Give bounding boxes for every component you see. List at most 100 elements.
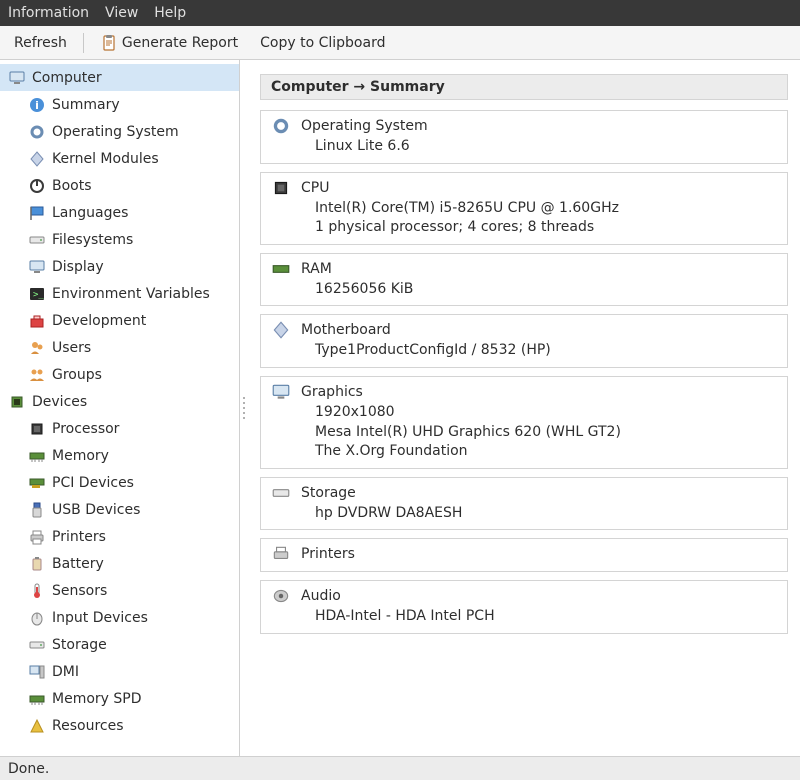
- tree-storage-label: Storage: [52, 637, 107, 653]
- graphics-line2: Mesa Intel(R) UHD Graphics 620 (WHL GT2): [315, 423, 779, 443]
- tree-resources-label: Resources: [52, 718, 124, 734]
- monitor-icon: [271, 382, 291, 402]
- group-ram: RAM 16256056 KiB: [260, 253, 788, 307]
- tree-env-label: Environment Variables: [52, 286, 210, 302]
- group-storage: Storage hp DVDRW DA8AESH: [260, 477, 788, 531]
- tree-os-label: Operating System: [52, 124, 179, 140]
- storage-value: hp DVDRW DA8AESH: [315, 504, 779, 524]
- cpu-icon: [271, 178, 291, 198]
- generate-report-label: Generate Report: [122, 35, 238, 51]
- group-audio-title: Audio: [297, 588, 345, 604]
- tree-input-label: Input Devices: [52, 610, 148, 626]
- tree-battery[interactable]: Battery: [0, 550, 239, 577]
- group-graphics: Graphics 1920x1080 Mesa Intel(R) UHD Gra…: [260, 376, 788, 469]
- group-os: Operating System Linux Lite 6.6: [260, 110, 788, 164]
- statusbar: Done.: [0, 756, 800, 780]
- group-printers: Printers: [260, 538, 788, 572]
- svg-text:i: i: [35, 99, 39, 112]
- diamond-icon: [271, 320, 291, 340]
- gear-icon: [28, 123, 46, 141]
- clipboard-icon: [100, 34, 118, 52]
- tree-printers[interactable]: Printers: [0, 523, 239, 550]
- tree-usb[interactable]: USB Devices: [0, 496, 239, 523]
- mobo-value: Type1ProductConfigId / 8532 (HP): [315, 341, 779, 361]
- tree-printers-label: Printers: [52, 529, 106, 545]
- menu-view[interactable]: View: [105, 5, 138, 21]
- group-ram-title: RAM: [297, 261, 336, 277]
- tree-groups[interactable]: Groups: [0, 361, 239, 388]
- flag-icon: [28, 204, 46, 222]
- group-printers-title: Printers: [297, 546, 359, 562]
- tree-os[interactable]: Operating System: [0, 118, 239, 145]
- users-icon: [28, 339, 46, 357]
- tree-languages-label: Languages: [52, 205, 128, 221]
- group-cpu: CPU Intel(R) Core(TM) i5-8265U CPU @ 1.6…: [260, 172, 788, 245]
- monitor-icon: [28, 258, 46, 276]
- content-pane: Computer → Summary Operating System Linu…: [248, 60, 800, 756]
- battery-icon: [28, 555, 46, 573]
- menu-information[interactable]: Information: [8, 5, 89, 21]
- content-header: Computer → Summary: [260, 74, 788, 100]
- tree-boots[interactable]: Boots: [0, 172, 239, 199]
- tree-groups-label: Groups: [52, 367, 102, 383]
- cpu-line1: Intel(R) Core(TM) i5-8265U CPU @ 1.60GHz: [315, 199, 779, 219]
- cpu-icon: [28, 420, 46, 438]
- tree-usb-label: USB Devices: [52, 502, 140, 518]
- generate-report-button[interactable]: Generate Report: [94, 31, 244, 55]
- tree-computer[interactable]: Computer: [0, 64, 239, 91]
- resources-icon: [28, 717, 46, 735]
- group-icon: [28, 366, 46, 384]
- menubar: Information View Help: [0, 0, 800, 26]
- tree-summary-label: Summary: [52, 97, 120, 113]
- speaker-icon: [271, 586, 291, 606]
- tree-display-label: Display: [52, 259, 104, 275]
- pci-icon: [28, 474, 46, 492]
- chip-icon: [8, 393, 26, 411]
- group-os-title: Operating System: [297, 118, 432, 134]
- tree-processor[interactable]: Processor: [0, 415, 239, 442]
- tree-kernel[interactable]: Kernel Modules: [0, 145, 239, 172]
- drive-icon: [28, 636, 46, 654]
- tree-sensors[interactable]: Sensors: [0, 577, 239, 604]
- desktop-icon: [28, 663, 46, 681]
- refresh-button[interactable]: Refresh: [8, 32, 73, 54]
- status-text: Done.: [8, 761, 49, 777]
- tree-battery-label: Battery: [52, 556, 104, 572]
- tree-summary[interactable]: i Summary: [0, 91, 239, 118]
- tree-spd-label: Memory SPD: [52, 691, 142, 707]
- tree-storage[interactable]: Storage: [0, 631, 239, 658]
- printer-icon: [28, 528, 46, 546]
- tree-display[interactable]: Display: [0, 253, 239, 280]
- monitor-icon: [8, 69, 26, 87]
- tree-languages[interactable]: Languages: [0, 199, 239, 226]
- ram-value: 16256056 KiB: [315, 280, 779, 300]
- tree-dmi[interactable]: DMI: [0, 658, 239, 685]
- tree-users[interactable]: Users: [0, 334, 239, 361]
- copy-clipboard-button[interactable]: Copy to Clipboard: [254, 32, 391, 54]
- sidebar[interactable]: Computer i Summary Operating System Kern…: [0, 60, 240, 756]
- ram-icon: [28, 690, 46, 708]
- graphics-line3: The X.Org Foundation: [315, 442, 779, 462]
- group-mobo: Motherboard Type1ProductConfigId / 8532 …: [260, 314, 788, 368]
- cpu-line2: 1 physical processor; 4 cores; 8 threads: [315, 218, 779, 238]
- toolbox-icon: [28, 312, 46, 330]
- tree-pci[interactable]: PCI Devices: [0, 469, 239, 496]
- graphics-line1: 1920x1080: [315, 403, 779, 423]
- tree-memory[interactable]: Memory: [0, 442, 239, 469]
- thermometer-icon: [28, 582, 46, 600]
- splitter[interactable]: [240, 60, 248, 756]
- tree-spd[interactable]: Memory SPD: [0, 685, 239, 712]
- info-icon: i: [28, 96, 46, 114]
- usb-icon: [28, 501, 46, 519]
- group-storage-title: Storage: [297, 485, 360, 501]
- tree-dev[interactable]: Development: [0, 307, 239, 334]
- tree-resources[interactable]: Resources: [0, 712, 239, 739]
- ram-icon: [28, 447, 46, 465]
- tree-pci-label: PCI Devices: [52, 475, 134, 491]
- tree-devices[interactable]: Devices: [0, 388, 239, 415]
- svg-text:>_: >_: [33, 290, 44, 300]
- menu-help[interactable]: Help: [154, 5, 186, 21]
- tree-filesystems[interactable]: Filesystems: [0, 226, 239, 253]
- tree-input[interactable]: Input Devices: [0, 604, 239, 631]
- tree-env[interactable]: >_ Environment Variables: [0, 280, 239, 307]
